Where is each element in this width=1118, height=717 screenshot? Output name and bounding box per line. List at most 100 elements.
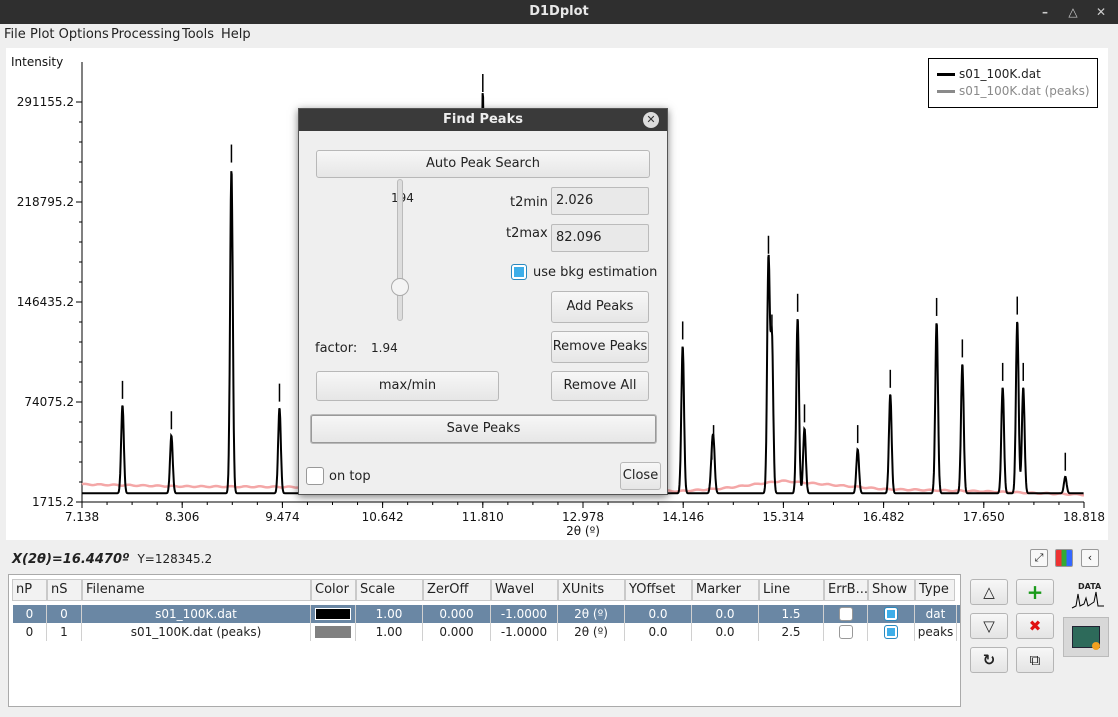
col-header-scale[interactable]: Scale	[356, 579, 423, 601]
on-top-checkbox[interactable]	[306, 467, 324, 485]
fit-view-icon[interactable]: ⤢	[1030, 549, 1048, 567]
t2max-field[interactable]: 82.096	[551, 224, 649, 252]
menu-processing[interactable]: Processing	[111, 27, 180, 42]
menu-bar: File Plot Options Processing Tools Help	[0, 24, 1118, 46]
auto-peak-search-button[interactable]: Auto Peak Search	[316, 150, 650, 178]
factor-value: 1.94	[371, 341, 398, 355]
cell-show[interactable]	[868, 623, 915, 641]
y-tick-label: 146435.2	[17, 295, 74, 309]
cell-errb[interactable]	[824, 623, 868, 641]
cell-show[interactable]	[868, 605, 915, 623]
col-header-ns[interactable]: nS	[47, 579, 82, 601]
color-palette-icon[interactable]	[1055, 549, 1073, 567]
col-header-np[interactable]: nP	[12, 579, 47, 601]
cell-errb[interactable]	[824, 605, 868, 623]
cell-marker[interactable]: 0.0	[692, 623, 759, 641]
remove-pattern-button[interactable]: ✖	[1016, 613, 1054, 639]
x-tick-label: 11.810	[462, 510, 504, 524]
cell-xunits[interactable]: 2θ (º)	[558, 605, 625, 623]
use-bkg-label: use bkg estimation	[533, 265, 658, 280]
save-peaks-button[interactable]: Save Peaks	[310, 414, 657, 444]
close-window-icon[interactable]: ✕	[1092, 3, 1110, 21]
menu-help[interactable]: Help	[221, 27, 251, 42]
cell-marker[interactable]: 0.0	[692, 605, 759, 623]
t2min-label: t2min	[510, 195, 548, 210]
y-tick-label: 291155.2	[17, 95, 74, 109]
close-button[interactable]: Close	[620, 462, 661, 490]
maxmin-button[interactable]: max/min	[316, 371, 499, 401]
cell-zeroff[interactable]: 0.000	[423, 605, 491, 623]
cell-filename[interactable]: s01_100K.dat	[82, 605, 311, 623]
col-header-zeroff[interactable]: ZerOff	[423, 579, 491, 601]
slider-handle[interactable]	[391, 278, 409, 296]
menu-plot-options[interactable]: Plot Options	[30, 27, 109, 42]
database-tab-icon[interactable]	[1063, 617, 1109, 657]
move-up-button[interactable]: △	[970, 579, 1008, 605]
use-bkg-checkbox[interactable]	[511, 264, 527, 280]
y-readout: Y=128345.2	[137, 552, 213, 566]
x-tick-label: 15.314	[762, 510, 804, 524]
cell-wavel[interactable]: -1.0000	[491, 605, 558, 623]
t2min-field[interactable]: 2.026	[551, 187, 649, 215]
errb-checkbox[interactable]	[838, 625, 853, 639]
add-peaks-button[interactable]: Add Peaks	[551, 291, 649, 323]
cell-scale[interactable]: 1.00	[356, 605, 423, 623]
dialog-titlebar: Find Peaks ✕	[299, 109, 667, 131]
col-header-marker[interactable]: Marker	[692, 579, 759, 601]
x-tick-label: 14.146	[662, 510, 704, 524]
collapse-panel-icon[interactable]: ‹	[1081, 549, 1099, 567]
cell-yoffset[interactable]: 0.0	[625, 605, 692, 623]
col-header-xunits[interactable]: XUnits	[558, 579, 625, 601]
duplicate-button[interactable]: ⧉	[1016, 647, 1054, 673]
minimize-icon[interactable]: –	[1036, 3, 1054, 21]
menu-file[interactable]: File	[4, 27, 26, 42]
move-down-button[interactable]: ▽	[970, 613, 1008, 639]
data-panel-icon[interactable]: DATA	[1066, 580, 1108, 614]
x-tick-label: 8.306	[165, 510, 199, 524]
window-titlebar: D1Dplot – △ ✕	[0, 0, 1118, 24]
x-axis-label: 2θ (º)	[566, 524, 600, 538]
cell-scale[interactable]: 1.00	[356, 623, 423, 641]
col-header-wavel[interactable]: Wavel	[491, 579, 558, 601]
col-header-type[interactable]: Type	[915, 579, 955, 601]
cell-color[interactable]	[311, 623, 356, 641]
cell-line[interactable]: 1.5	[759, 605, 824, 623]
cell-filename[interactable]: s01_100K.dat (peaks)	[82, 623, 311, 641]
factor-slider[interactable]	[397, 179, 403, 321]
table-row[interactable]: 0 1 s01_100K.dat (peaks) 1.00 0.000 -1.0…	[13, 623, 960, 641]
legend-label: s01_100K.dat (peaks)	[959, 84, 1090, 98]
col-header-yoffset[interactable]: YOffset	[625, 579, 692, 601]
legend-entry: s01_100K.dat	[937, 66, 1041, 82]
color-swatch	[315, 626, 351, 638]
remove-peaks-button[interactable]: Remove Peaks	[551, 331, 649, 363]
col-header-line[interactable]: Line	[759, 579, 824, 601]
cell-zeroff[interactable]: 0.000	[423, 623, 491, 641]
cell-np: 0	[13, 605, 47, 623]
table-row[interactable]: 0 0 s01_100K.dat 1.00 0.000 -1.0000 2θ (…	[13, 605, 960, 623]
col-header-filename[interactable]: Filename	[82, 579, 311, 601]
menu-tools[interactable]: Tools	[182, 27, 214, 42]
cell-line[interactable]: 2.5	[759, 623, 824, 641]
y-axis-label: Intensity	[11, 55, 63, 69]
show-checkbox[interactable]	[884, 625, 898, 639]
dialog-close-icon[interactable]: ✕	[643, 112, 659, 128]
col-header-show[interactable]: Show	[868, 579, 915, 601]
add-pattern-button[interactable]: +	[1016, 579, 1054, 605]
maximize-icon[interactable]: △	[1064, 3, 1082, 21]
errb-checkbox[interactable]	[838, 607, 853, 621]
x-tick-label: 9.474	[265, 510, 299, 524]
remove-all-button[interactable]: Remove All	[551, 371, 649, 401]
reload-button[interactable]: ↻	[970, 647, 1008, 673]
on-top-label: on top	[329, 469, 371, 484]
show-checkbox[interactable]	[884, 607, 898, 621]
cell-wavel[interactable]: -1.0000	[491, 623, 558, 641]
legend-label: s01_100K.dat	[959, 67, 1041, 81]
cell-xunits[interactable]: 2θ (º)	[558, 623, 625, 641]
factor-label: factor:	[315, 341, 358, 356]
window-title: D1Dplot	[529, 4, 589, 19]
cell-color[interactable]	[311, 605, 356, 623]
pattern-table: nP nS Filename Color Scale ZerOff Wavel …	[8, 574, 961, 707]
col-header-color[interactable]: Color	[311, 579, 356, 601]
cell-yoffset[interactable]: 0.0	[625, 623, 692, 641]
col-header-errb[interactable]: ErrB...	[824, 579, 868, 601]
